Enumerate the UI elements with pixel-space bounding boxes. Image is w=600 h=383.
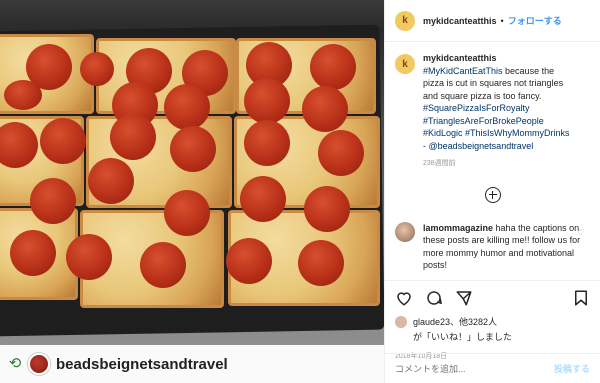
- pepperoni: [318, 130, 364, 176]
- hashtag-link[interactable]: #KidLogic #ThisIsWhyMommyDrinks: [423, 127, 570, 140]
- action-icons: [395, 287, 590, 309]
- heart-icon[interactable]: [395, 289, 413, 307]
- repost-username[interactable]: beadsbeignetsandtravel: [56, 356, 228, 373]
- pepperoni: [110, 114, 156, 160]
- liker-avatar[interactable]: [395, 315, 407, 328]
- pepperoni: [244, 120, 290, 166]
- pepperoni: [80, 52, 114, 86]
- pepperoni: [4, 80, 42, 110]
- hashtag-link[interactable]: #TrianglesAreForBrokePeople: [423, 115, 570, 128]
- header-username[interactable]: mykidcanteatthis: [423, 16, 497, 26]
- likes-text[interactable]: glaude23、他3282人: [413, 315, 497, 328]
- caption-age: 238週間前: [423, 160, 456, 167]
- comment-input[interactable]: [395, 363, 554, 374]
- pepperoni: [310, 44, 356, 90]
- post-comment-button[interactable]: 投稿する: [554, 362, 590, 375]
- pepperoni: [88, 158, 134, 204]
- pepperoni: [164, 84, 210, 130]
- comment-username[interactable]: lamommagazine: [423, 223, 493, 233]
- post-header: k mykidcanteatthis • フォローする: [385, 0, 600, 42]
- post-actions: glaude23、他3282人 が「いいね！」しました 2018年10月18日: [385, 280, 600, 361]
- repost-bar: ⟲ beadsbeignetsandtravel: [0, 345, 384, 383]
- avatar[interactable]: k: [395, 10, 415, 31]
- comment-body: lamommagazine haha the captions on these…: [423, 222, 583, 270]
- mention-link[interactable]: - @beadsbeignetsandtravel: [423, 140, 570, 153]
- pepperoni: [140, 242, 186, 288]
- likes-line: glaude23、他3282人: [395, 315, 590, 328]
- comment-heart-icon[interactable]: ♡: [577, 228, 584, 237]
- caption-line: and square pizza is too fancy.: [423, 90, 542, 101]
- separator-dot: •: [500, 15, 504, 26]
- likes-suffix: が「いいね！」しました: [413, 332, 513, 342]
- avatar-initial: k: [402, 58, 408, 70]
- pepperoni: [30, 178, 76, 224]
- caption-line: pizza is cut in squares not triangles: [423, 78, 564, 88]
- caption-text: because the: [502, 65, 555, 76]
- pepperoni: [170, 126, 216, 172]
- hashtag-link[interactable]: #SquarePizzaIsForRoyalty: [423, 102, 570, 115]
- repost-icon: ⟲: [8, 355, 22, 372]
- pepperoni: [10, 230, 56, 276]
- add-comment-bar: 投稿する: [385, 353, 600, 383]
- plus-circle-icon[interactable]: [484, 186, 501, 203]
- pepperoni: [302, 86, 348, 132]
- caption-body: mykidcanteatthis #MyKidCantEatThis becau…: [423, 52, 570, 171]
- repost-avatar[interactable]: [28, 353, 50, 375]
- caption-avatar[interactable]: k: [395, 54, 415, 74]
- pepperoni: [226, 238, 272, 284]
- post-photo[interactable]: ⟲ beadsbeignetsandtravel: [0, 0, 384, 383]
- pepperoni: [240, 176, 286, 222]
- avatar-initial: k: [402, 15, 408, 26]
- caption-username[interactable]: mykidcanteatthis: [423, 52, 570, 65]
- caption-line: #MyKidCantEatThis because the: [423, 65, 570, 78]
- pepperoni: [244, 78, 290, 124]
- comment-avatar[interactable]: [395, 221, 415, 242]
- pepperoni: [164, 190, 210, 236]
- pepperoni: [40, 118, 86, 164]
- caption: k mykidcanteatthis #MyKidCantEatThis bec…: [385, 42, 600, 171]
- comment-icon[interactable]: [425, 289, 443, 307]
- pepperoni: [304, 186, 350, 232]
- pepperoni: [298, 240, 344, 286]
- comment: lamommagazine haha the captions on these…: [385, 221, 600, 270]
- share-icon[interactable]: [455, 289, 473, 307]
- bookmark-icon[interactable]: [572, 289, 590, 307]
- hashtag-link[interactable]: #MyKidCantEatThis: [423, 66, 503, 76]
- follow-button[interactable]: フォローする: [508, 14, 562, 27]
- post-side-panel: k mykidcanteatthis • フォローする k mykidcante…: [384, 0, 600, 383]
- pepperoni: [66, 234, 112, 280]
